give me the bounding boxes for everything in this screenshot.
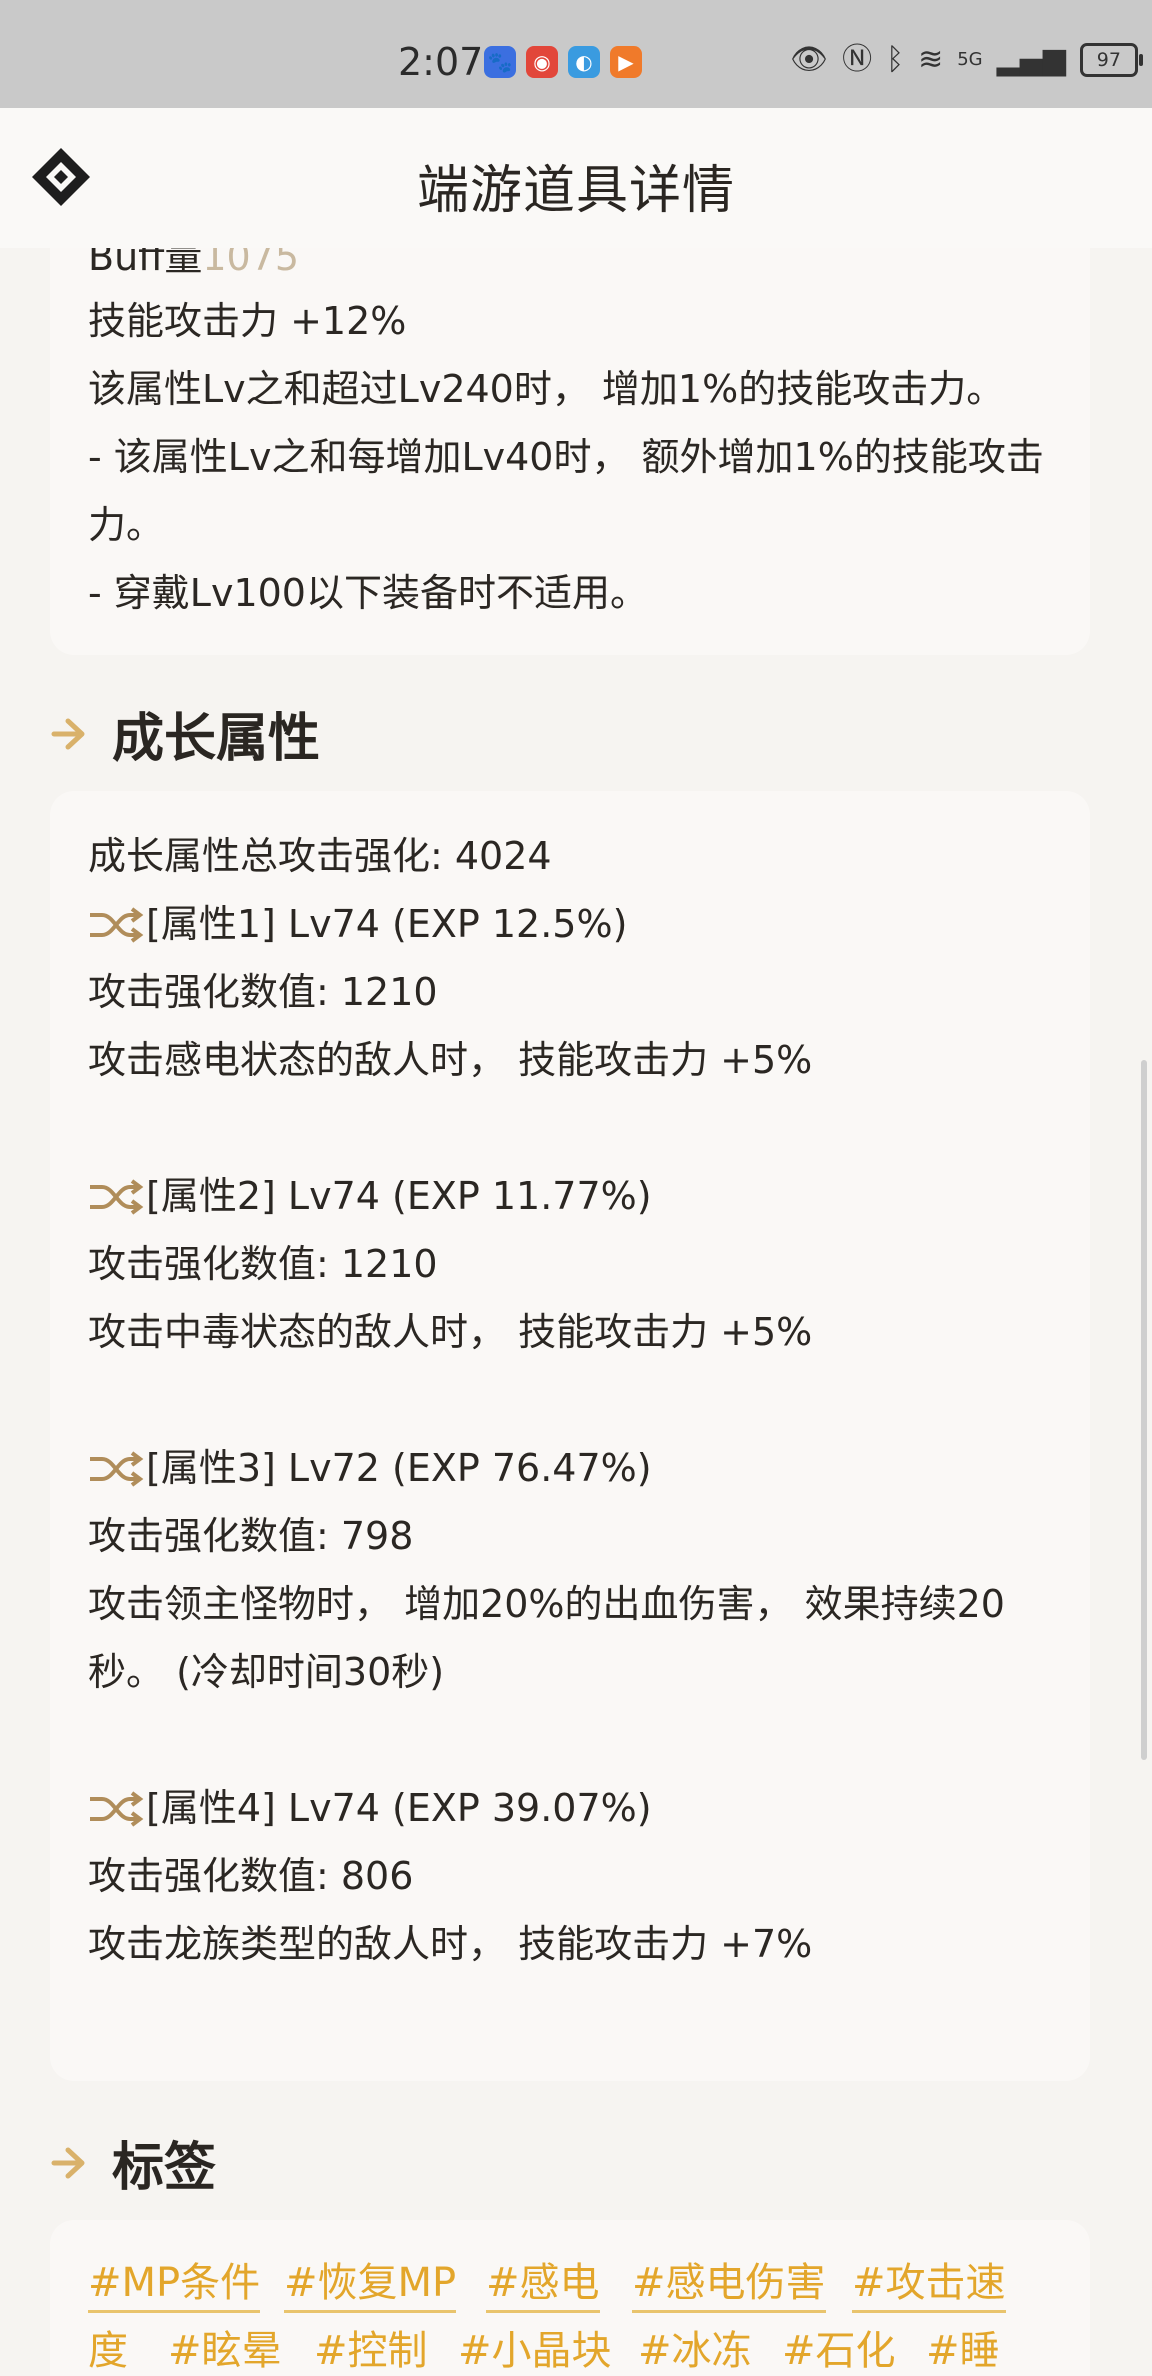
- arrow-right-icon: [51, 2147, 85, 2178]
- tags-section-heading: 标签: [50, 2125, 216, 2200]
- network-5g-label: 5G: [957, 49, 983, 70]
- growth-card: 成长属性总攻击强化: 4024 [属性1] Lv74 (EXP 12.5%) 攻…: [50, 791, 1090, 2081]
- section-title: 成长属性: [112, 709, 321, 769]
- shuffle-icon: [90, 1791, 144, 1827]
- page-title: 端游道具详情: [416, 161, 735, 221]
- attribute-header-text: [属性4] Lv74 (EXP 39.07%): [146, 1786, 652, 1830]
- attribute-effect: 攻击中毒状态的敌人时， 技能攻击力 +5%: [88, 1310, 813, 1354]
- buff-label: Buff量: [88, 248, 203, 279]
- attribute-effect: 攻击领主怪物时， 增加20%的出血伤害， 效果持续20: [88, 1582, 1005, 1626]
- tag[interactable]: 度: [88, 2318, 128, 2376]
- app-header: 端游道具详情: [0, 108, 1152, 248]
- attribute-header: [属性1] Lv74 (EXP 12.5%): [88, 893, 627, 948]
- tag[interactable]: #感电伤害: [632, 2250, 826, 2313]
- content-scroll-area[interactable]: Buff量1075 技能攻击力 +12% 该属性Lv之和超过Lv240时， 增加…: [0, 248, 1152, 2376]
- tag[interactable]: #眩晕: [168, 2318, 282, 2376]
- shuffle-icon: [90, 907, 144, 943]
- growth-total: 成长属性总攻击强化: 4024: [88, 834, 552, 878]
- status-bar: 2:07 🐾 ◉ ◐ ▶ 👁 Ⓝ ᛒ ≋ 5G ▂▄▆ 97: [0, 0, 1152, 108]
- option-line: - 穿戴Lv100以下装备时不适用。: [88, 571, 648, 615]
- section-title: 标签: [112, 2138, 217, 2198]
- attribute-value: 攻击强化数值: 806: [88, 1854, 414, 1898]
- tag[interactable]: #睡: [926, 2318, 1000, 2376]
- tag[interactable]: #MP条件: [88, 2250, 261, 2313]
- tag[interactable]: #小晶块: [458, 2318, 612, 2376]
- option-line: 该属性Lv之和超过Lv240时， 增加1%的技能攻击力。: [88, 367, 1005, 411]
- option-line: 技能攻击力 +12%: [88, 299, 407, 343]
- status-time: 2:07: [398, 40, 484, 84]
- tag[interactable]: #冰冻: [638, 2318, 752, 2376]
- buff-value: 1075: [202, 248, 300, 279]
- tag[interactable]: #石化: [782, 2318, 896, 2376]
- signal-icon: ▂▄▆: [996, 42, 1066, 77]
- attribute-value: 攻击强化数值: 1210: [88, 970, 438, 1014]
- growth-section-heading: 成长属性: [50, 696, 320, 771]
- cut-line: Buff量1075: [88, 248, 299, 281]
- battery-icon: 97: [1079, 43, 1143, 77]
- scrollbar[interactable]: [1141, 1060, 1147, 1760]
- attribute-effect: 秒。 (冷却时间30秒): [88, 1650, 445, 1694]
- attribute-header-text: [属性2] Lv74 (EXP 11.77%): [146, 1174, 652, 1218]
- attribute-value: 攻击强化数值: 1210: [88, 1242, 438, 1286]
- attribute-header-text: [属性3] Lv72 (EXP 76.47%): [146, 1446, 652, 1490]
- attribute-header: [属性4] Lv74 (EXP 39.07%): [88, 1777, 652, 1832]
- option-line: 力。: [88, 503, 165, 547]
- baidu-app-icon: 🐾: [484, 46, 516, 78]
- nfc-icon: Ⓝ: [842, 42, 873, 77]
- tags-card: #MP条件 #恢复MP #感电 #感电伤害 #攻击速 度 #眩晕 #控制 #小晶…: [50, 2220, 1090, 2376]
- option-card: Buff量1075 技能攻击力 +12% 该属性Lv之和超过Lv240时， 增加…: [50, 248, 1090, 655]
- attribute-header-text: [属性1] Lv74 (EXP 12.5%): [146, 902, 628, 946]
- notification-icons: 🐾 ◉ ◐ ▶: [484, 46, 642, 78]
- system-icons: 👁 Ⓝ ᛒ ≋ 5G ▂▄▆ 97: [790, 42, 1143, 78]
- option-line: - 该属性Lv之和每增加Lv40时， 额外增加1%的技能攻击: [88, 435, 1044, 479]
- wifi-icon: ≋: [918, 42, 944, 77]
- bluetooth-icon: ᛒ: [886, 42, 905, 77]
- video-app-icon: ▶: [610, 46, 642, 78]
- arrow-right-icon: [51, 718, 85, 749]
- attribute-header: [属性2] Lv74 (EXP 11.77%): [88, 1165, 652, 1220]
- browser-app-icon: ◐: [568, 46, 600, 78]
- tag[interactable]: #控制: [314, 2318, 428, 2376]
- weibo-app-icon: ◉: [526, 46, 558, 78]
- attribute-effect: 攻击龙族类型的敌人时， 技能攻击力 +7%: [88, 1922, 813, 1966]
- tag[interactable]: #攻击速: [852, 2250, 1006, 2313]
- shuffle-icon: [90, 1451, 144, 1487]
- tag[interactable]: #感电: [486, 2250, 600, 2313]
- tag[interactable]: #恢复MP: [284, 2250, 457, 2313]
- attribute-effect: 攻击感电状态的敌人时， 技能攻击力 +5%: [88, 1038, 813, 1082]
- shuffle-icon: [90, 1179, 144, 1215]
- attribute-header: [属性3] Lv72 (EXP 76.47%): [88, 1437, 652, 1492]
- attribute-value: 攻击强化数值: 798: [88, 1514, 414, 1558]
- eye-icon: 👁: [790, 42, 829, 77]
